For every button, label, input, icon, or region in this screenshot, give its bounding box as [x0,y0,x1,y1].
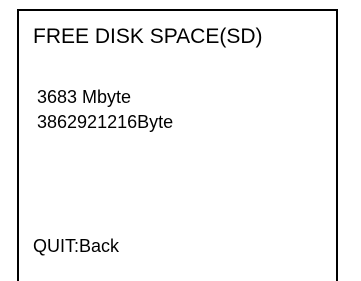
disk-space-panel: FREE DISK SPACE(SD) 3683 Mbyte 386292121… [17,9,338,281]
free-space-bytes: 3862921216Byte [37,112,174,132]
free-space-megabytes: 3683 Mbyte [37,87,132,107]
quit-back-hint[interactable]: QUIT:Back [33,235,119,257]
screen-title: FREE DISK SPACE(SD) [33,25,263,48]
